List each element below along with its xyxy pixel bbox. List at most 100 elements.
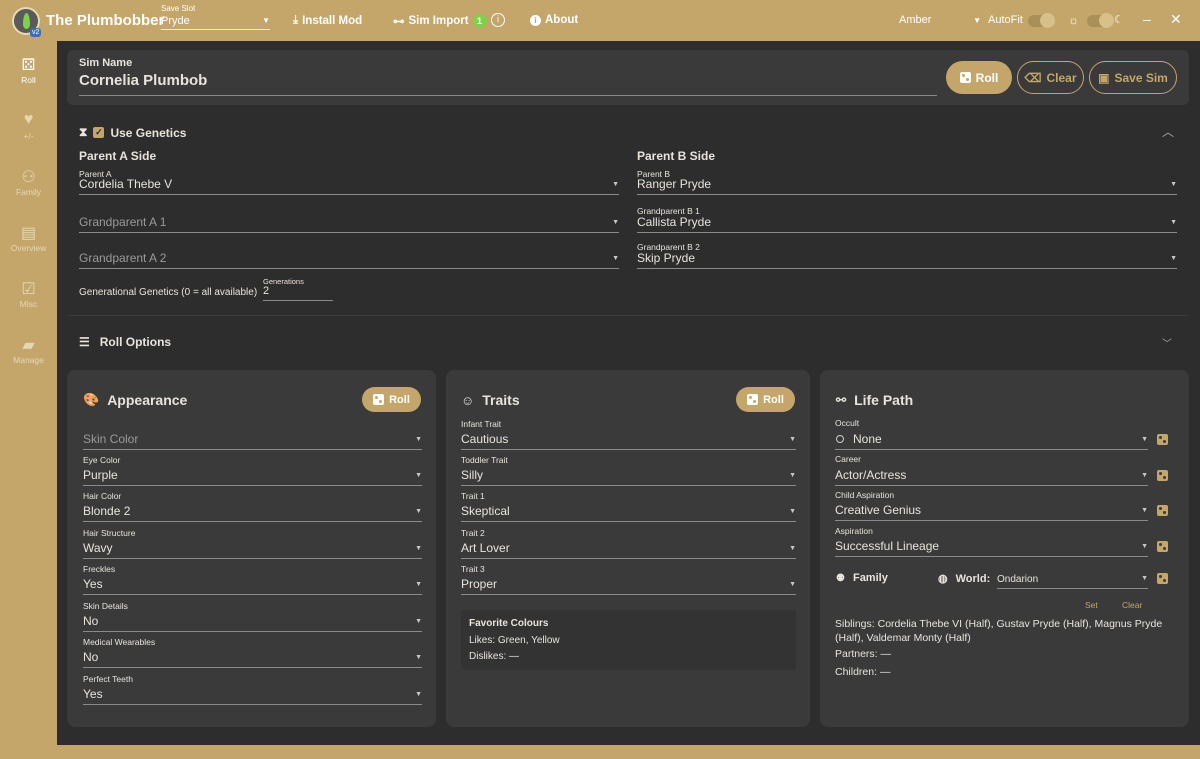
sidebar-item-manage[interactable]: ▰ Manage <box>0 335 57 365</box>
career-select[interactable]: Career Actor/Actress ▼ <box>835 454 1148 486</box>
sim-import-button[interactable]: ⊶ Sim Import 1 <box>393 14 487 28</box>
moon-icon: ☾ <box>1114 14 1124 26</box>
freckles-select[interactable]: Freckles Yes ▼ <box>83 564 422 595</box>
chevron-down-icon[interactable]: ﹀ <box>1162 335 1172 350</box>
world-select[interactable]: Ondarion ▼ <box>997 566 1148 589</box>
roll-options-header[interactable]: ☰ Roll Options <box>79 335 171 349</box>
children-text: Children: — <box>835 666 891 678</box>
close-button[interactable]: ✕ <box>1170 11 1182 28</box>
save-slot-select[interactable]: Save Slot Pryde ▼ <box>161 4 270 30</box>
chevron-down-icon: ▼ <box>415 508 422 515</box>
minimize-button[interactable]: – <box>1143 11 1151 27</box>
chevron-down-icon: ▼ <box>415 436 422 443</box>
appearance-roll-button[interactable]: Roll <box>362 387 421 412</box>
traits-title: ☺ Traits <box>461 392 520 408</box>
app-title: The Plumbobber <box>46 12 165 29</box>
sidebar-item-family[interactable]: ⚇ Family <box>0 167 57 197</box>
sidebar-item-plus-minus[interactable]: ♥ +/- <box>0 111 57 141</box>
parent-a-side-title: Parent A Side <box>79 149 157 163</box>
chevron-down-icon: ▼ <box>789 545 796 552</box>
save-icon: ▣ <box>1098 70 1110 85</box>
dice-icon <box>959 72 971 83</box>
chevron-down-icon: ▼ <box>612 219 619 226</box>
grandparent-a2-select[interactable]: Grandparent A 2 ▼ <box>79 243 619 269</box>
theme-select[interactable]: Amber ▼ <box>899 14 981 26</box>
chevron-down-icon: ▼ <box>1141 472 1148 479</box>
autofit-toggle[interactable] <box>1028 13 1055 28</box>
toddler-trait-select[interactable]: Toddler Trait Silly ▼ <box>461 455 796 486</box>
chevron-down-icon: ▼ <box>973 16 981 25</box>
favorite-colours-likes: Likes: Green, Yellow <box>469 635 560 646</box>
family-tree-icon: ⚇ <box>21 169 36 186</box>
child-aspiration-select[interactable]: Child Aspiration Creative Genius ▼ <box>835 490 1148 521</box>
path-icon: ⚯ <box>836 393 847 407</box>
chevron-down-icon: ▼ <box>789 581 796 588</box>
life-path-title: ⚯ Life Path <box>836 392 914 408</box>
use-genetics-checkbox[interactable]: ✓ <box>93 127 105 138</box>
parent-a-select[interactable]: Parent A Cordelia Thebe V ▼ <box>79 169 619 195</box>
grandparent-a1-select[interactable]: Grandparent A 1 ▼ <box>79 207 619 233</box>
sim-name-card: Sim Name Cornelia Plumbob Roll ⌫ Clear ▣… <box>67 50 1189 105</box>
sidebar-item-misc[interactable]: ☑ Misc <box>0 279 57 309</box>
clear-button[interactable]: ⌫ Clear <box>1017 61 1084 94</box>
hair-color-select[interactable]: Hair Color Blonde 2 ▼ <box>83 491 422 522</box>
generations-input[interactable]: Generations 2 <box>263 277 333 301</box>
appearance-title: 🎨 Appearance <box>83 392 188 408</box>
install-mod-button[interactable]: ⤓ Install Mod <box>293 14 362 27</box>
chevron-down-icon: ▼ <box>1141 507 1148 514</box>
dark-mode-toggle[interactable] <box>1087 13 1114 28</box>
aspiration-select[interactable]: Aspiration Successful Lineage ▼ <box>835 526 1148 557</box>
grandparent-b2-select[interactable]: Grandparent B 2 Skip Pryde ▼ <box>637 242 1177 269</box>
parent-b-select[interactable]: Parent B Ranger Pryde ▼ <box>637 169 1177 195</box>
chevron-down-icon: ▼ <box>612 255 619 262</box>
family-clear-button[interactable]: Clear <box>1122 600 1142 610</box>
occult-roll-dice-icon[interactable] <box>1157 434 1168 445</box>
infant-trait-select[interactable]: Infant Trait Cautious ▼ <box>461 419 796 450</box>
globe-icon: ◍ <box>938 573 948 585</box>
hair-structure-select[interactable]: Hair Structure Wavy ▼ <box>83 528 422 559</box>
theme-value: Amber <box>899 14 932 26</box>
perfect-teeth-select[interactable]: Perfect Teeth Yes ▼ <box>83 674 422 705</box>
family-set-button[interactable]: Set <box>1085 600 1098 610</box>
trait-1-select[interactable]: Trait 1 Skeptical ▼ <box>461 491 796 522</box>
info-icon[interactable]: i <box>491 13 505 27</box>
skin-details-select[interactable]: Skin Details No ▼ <box>83 601 422 632</box>
dice-icon <box>747 394 759 405</box>
grandparent-b1-select[interactable]: Grandparent B 1 Callista Pryde ▼ <box>637 206 1177 233</box>
chevron-down-icon: ▼ <box>415 618 422 625</box>
chevron-down-icon: ▼ <box>1170 219 1177 226</box>
sidebar-item-overview[interactable]: ▤ Overview <box>0 223 57 253</box>
chevron-down-icon: ▼ <box>1141 575 1148 582</box>
occult-select[interactable]: Occult None ▼ <box>835 418 1148 450</box>
siblings-text: Siblings: Cordelia Thebe VI (Half), Gust… <box>835 618 1163 644</box>
sidebar: ⚄ Roll ♥ +/- ⚇ Family ▤ Overview ☑ Misc … <box>0 41 57 745</box>
about-button[interactable]: i About <box>530 14 578 26</box>
life-path-card: ⚯ Life Path Occult None ▼ Career Actor/A… <box>820 370 1189 727</box>
roll-button[interactable]: Roll <box>946 61 1012 94</box>
aspiration-roll-dice-icon[interactable] <box>1157 541 1168 552</box>
world-roll-dice-icon[interactable] <box>1157 573 1168 584</box>
child-aspiration-roll-dice-icon[interactable] <box>1157 505 1168 516</box>
medical-wearables-select[interactable]: Medical Wearables No ▼ <box>83 637 422 668</box>
heart-icon: ♥ <box>23 111 34 128</box>
traits-roll-button[interactable]: Roll <box>736 387 795 412</box>
sim-name-input[interactable]: Cornelia Plumbob <box>79 72 207 89</box>
favorite-colours-title: Favorite Colours <box>469 618 549 629</box>
chevron-down-icon: ▼ <box>1170 255 1177 262</box>
save-sim-button[interactable]: ▣ Save Sim <box>1089 61 1177 94</box>
world-label: ◍ World: <box>938 572 991 586</box>
trait-2-select[interactable]: Trait 2 Art Lover ▼ <box>461 528 796 559</box>
chevron-down-icon: ▼ <box>415 472 422 479</box>
skin-color-select[interactable]: Skin Color ▼ <box>83 426 422 450</box>
eye-color-select[interactable]: Eye Color Purple ▼ <box>83 455 422 486</box>
chevron-down-icon: ▼ <box>262 16 270 25</box>
circle-icon <box>836 435 844 443</box>
chevron-down-icon: ▼ <box>415 545 422 552</box>
sim-import-count-badge: 1 <box>472 14 487 28</box>
chevron-down-icon: ▼ <box>1141 436 1148 443</box>
save-slot-label: Save Slot <box>161 4 196 13</box>
chevron-up-icon[interactable]: ︿ <box>1162 123 1174 140</box>
sidebar-item-roll[interactable]: ⚄ Roll <box>0 55 57 85</box>
trait-3-select[interactable]: Trait 3 Proper ▼ <box>461 564 796 595</box>
career-roll-dice-icon[interactable] <box>1157 470 1168 481</box>
